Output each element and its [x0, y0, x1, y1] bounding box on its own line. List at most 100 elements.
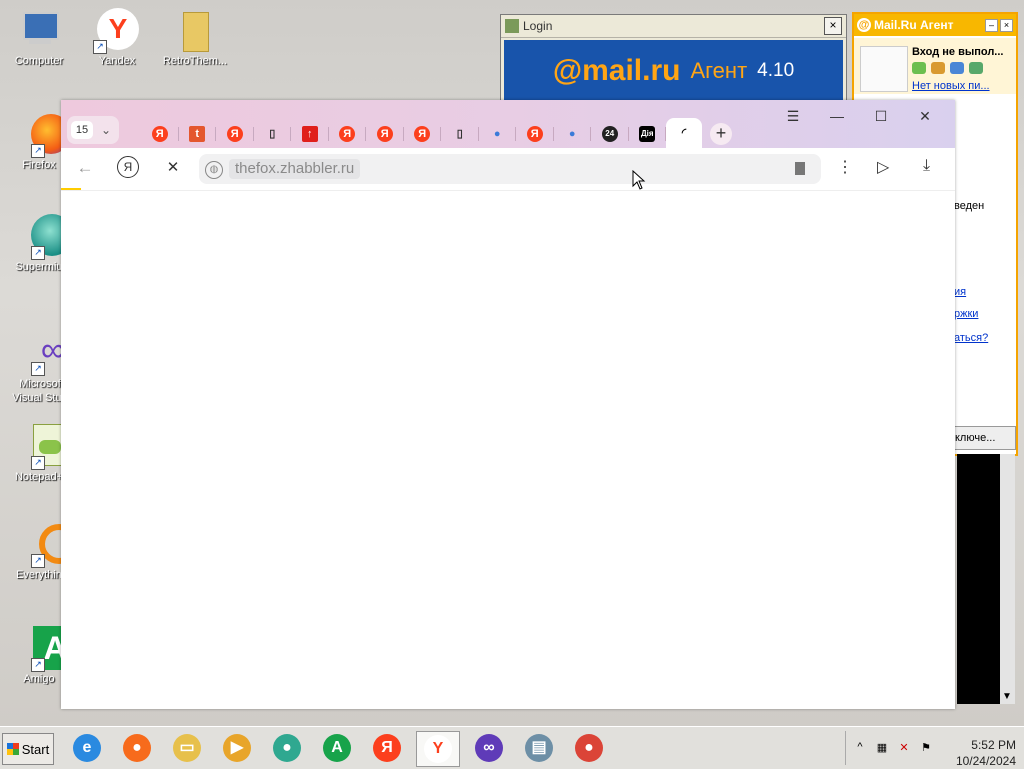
more-menu-button[interactable]: ⋮: [837, 157, 853, 177]
media-play-button[interactable]: ▷: [877, 157, 889, 177]
bookmark-icon[interactable]: [795, 162, 805, 175]
taskbar-app-button[interactable]: ●: [266, 731, 308, 765]
desktop-icon-retrothemes[interactable]: RetroThem...: [158, 8, 232, 67]
taskbar-app-button[interactable]: ▶: [216, 731, 258, 765]
browser-tab[interactable]: ●: [479, 123, 516, 145]
login-title: Login: [523, 19, 553, 33]
agent-text-fragment: веден: [954, 200, 985, 212]
volume-muted-icon[interactable]: ✕: [896, 741, 912, 755]
yandex-browser-taskbar-icon: Y: [424, 735, 452, 763]
desktop-icon-yandex[interactable]: Y ↗ Yandex: [80, 8, 154, 67]
version-label: 4.10: [757, 60, 795, 81]
page-content[interactable]: [61, 190, 955, 709]
yandex-icon: Я: [123, 160, 133, 174]
browser-tab[interactable]: t: [179, 123, 216, 145]
agent-titlebar[interactable]: @ Mail.Ru Агент – ×: [854, 14, 1016, 36]
tab-count-button[interactable]: 15 ⌄: [67, 116, 119, 144]
maximize-button[interactable]: ☐: [859, 108, 903, 125]
agent-label: Агент: [690, 58, 748, 83]
login-titlebar[interactable]: Login ×: [501, 15, 846, 38]
loading-tab-icon: ◜: [681, 127, 687, 139]
browser-tab[interactable]: Я: [366, 123, 404, 145]
close-button[interactable]: ✕: [903, 108, 947, 125]
network-icon[interactable]: ▦: [874, 741, 890, 755]
status-icon[interactable]: [931, 62, 945, 74]
taskbar-app-button[interactable]: ▭: [166, 731, 208, 765]
taskbar-app-button[interactable]: Y: [416, 731, 460, 767]
scroll-down-arrow-icon[interactable]: ▼: [1002, 691, 1012, 702]
browser-tab[interactable]: ▯: [441, 123, 479, 145]
yandex-tab-icon: Я: [339, 126, 356, 142]
close-button[interactable]: ×: [824, 17, 842, 35]
globe-icon: ◍: [205, 161, 223, 179]
yandex-home-button[interactable]: Я: [117, 156, 139, 178]
start-button[interactable]: Start: [2, 733, 54, 765]
tab-strip: Яt Я ▯ ↑ Я Я Я ▯ ● Я ● 24 Дія ◜ +: [141, 118, 732, 148]
mail-link[interactable]: Нет новых пи...: [912, 80, 990, 92]
desktop-icon-label: Yandex: [98, 55, 136, 67]
shortcut-arrow-icon: ↗: [31, 362, 45, 376]
console-scrollbar[interactable]: ▼: [1000, 454, 1015, 704]
visual-studio-icon: ∞ ↗: [17, 330, 65, 376]
agent-link-fragment[interactable]: ия: [954, 286, 966, 298]
dia-tab-icon: Дія: [639, 126, 656, 142]
tab-count: 15: [71, 121, 93, 139]
close-button[interactable]: ×: [1000, 18, 1013, 32]
browser-tab[interactable]: Я: [516, 123, 554, 145]
browser-tab[interactable]: Дія: [629, 123, 666, 145]
browser-tab[interactable]: Я: [216, 123, 254, 145]
t-tab-icon: t: [189, 126, 206, 142]
folder-icon: [173, 8, 217, 52]
agent-title: Mail.Ru Агент: [874, 18, 954, 32]
url-text[interactable]: thefox.zhabbler.ru: [229, 159, 361, 179]
browser-tab[interactable]: ↑: [291, 123, 329, 145]
yandex-icon: Y ↗: [93, 8, 139, 54]
browser-tab[interactable]: Я: [404, 123, 441, 145]
agent-link-fragment[interactable]: ржки: [954, 308, 978, 320]
camera-icon[interactable]: [950, 62, 964, 74]
taskbar-app-button[interactable]: e: [66, 731, 108, 765]
browser-tab[interactable]: ●: [554, 123, 591, 145]
back-button[interactable]: ←: [73, 158, 97, 178]
browser-tab[interactable]: ▯: [254, 123, 291, 145]
browser-tab[interactable]: 24: [591, 123, 629, 145]
visual-studio-taskbar-icon: ∞: [475, 734, 503, 762]
menu-icon[interactable]: ☰: [771, 108, 815, 125]
browser-toolbar: ← Я ✕ ◍ thefox.zhabbler.ru ⋮ ▷ ⤓: [61, 148, 955, 188]
chrome-taskbar-icon: ●: [575, 734, 603, 762]
taskbar-app-button[interactable]: ●: [116, 731, 158, 765]
clock-date: 10/24/2024: [955, 754, 1016, 768]
address-bar[interactable]: ◍ thefox.zhabbler.ru: [199, 154, 821, 184]
tray-expand-button[interactable]: ^: [852, 741, 868, 755]
contacts-icon[interactable]: [912, 62, 926, 74]
avatar[interactable]: [860, 46, 908, 92]
agent-link-fragment[interactable]: аться?: [954, 332, 988, 344]
games-icon[interactable]: [969, 62, 983, 74]
connect-button[interactable]: ключе...: [954, 426, 1016, 450]
desktop-icon-computer[interactable]: Computer: [2, 8, 76, 67]
taskbar-app-button[interactable]: ▤: [518, 731, 560, 765]
firefox-icon: ↗: [17, 112, 71, 158]
browser-tab[interactable]: ◜: [666, 118, 702, 148]
shortcut-arrow-icon: ↗: [31, 658, 45, 672]
supermium-icon: ↗: [17, 214, 73, 260]
media-taskbar-icon: ▶: [223, 734, 251, 762]
download-button[interactable]: ⤓: [923, 157, 930, 175]
taskbar-apps: e ● ▭ ▶ ● A Я Y ∞ ▤ ●: [66, 731, 618, 767]
minimize-button[interactable]: –: [985, 18, 998, 32]
new-tab-button[interactable]: +: [710, 123, 732, 145]
taskbar-app-button[interactable]: Я: [366, 731, 408, 765]
desktop-icon-label: Computer: [14, 55, 64, 67]
desktop-icon-label: RetroThem...: [162, 55, 228, 67]
browser-tab[interactable]: Я: [141, 123, 179, 145]
taskbar-app-button[interactable]: ∞: [468, 731, 510, 765]
clock[interactable]: 5:52 PM 10/24/2024: [956, 737, 1016, 769]
yandex-tab-icon: Я: [526, 126, 543, 142]
taskbar-app-button[interactable]: A: [316, 731, 358, 765]
minimize-button[interactable]: —: [815, 108, 859, 125]
flag-icon[interactable]: ⚑: [918, 741, 934, 755]
stop-loading-button[interactable]: ✕: [161, 158, 185, 176]
shortcut-arrow-icon: ↗: [31, 246, 45, 260]
taskbar-app-button[interactable]: ●: [568, 731, 610, 765]
browser-tab[interactable]: Я: [329, 123, 366, 145]
